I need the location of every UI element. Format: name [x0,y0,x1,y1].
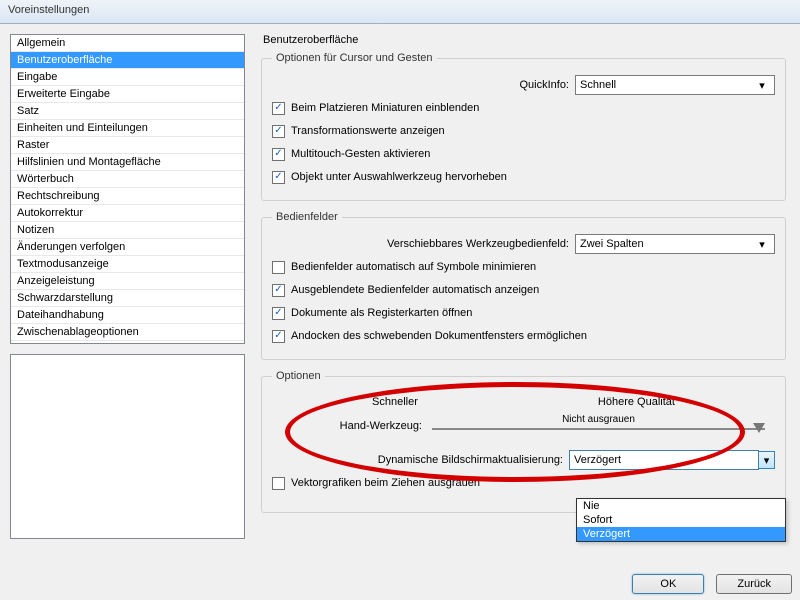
checkbox-doc-tabs[interactable] [272,307,285,320]
window-titlebar: Voreinstellungen [0,0,800,24]
checkbox-highlight[interactable] [272,171,285,184]
window-title: Voreinstellungen [8,4,89,16]
category-item[interactable]: Rechtschreibung [11,188,244,205]
checkbox-dock-float-label: Andocken des schwebenden Dokumentfenster… [291,330,587,342]
group-panels: Bedienfelder Verschiebbares Werkzeugbedi… [261,211,786,360]
ok-button-label: OK [660,578,676,590]
chevron-down-icon: ▾ [754,79,770,92]
category-item[interactable]: Anzeigeleistung [11,273,244,290]
chevron-down-icon: ▾ [754,238,770,251]
toolpanel-dropdown[interactable]: Zwei Spalten ▾ [575,234,775,254]
category-item[interactable]: Textmodusanzeige [11,256,244,273]
checkbox-miniatures[interactable] [272,102,285,115]
category-item[interactable]: Wörterbuch [11,171,244,188]
content-pane: Benutzeroberfläche Optionen für Cursor u… [255,24,800,600]
category-item[interactable]: Eingabe [11,69,244,86]
hand-tool-slider[interactable]: Nicht ausgrauen [432,414,765,438]
category-item[interactable]: Zwischenablageoptionen [11,324,244,341]
checkbox-multitouch[interactable] [272,148,285,161]
slider-caption-nogray: Nicht ausgrauen [562,414,635,425]
checkbox-transform-label: Transformationswerte anzeigen [291,125,445,137]
category-item[interactable]: Raster [11,137,244,154]
redraw-option[interactable]: Nie [577,499,785,513]
redraw-option[interactable]: Sofort [577,513,785,527]
checkbox-auto-minimize-label: Bedienfelder automatisch auf Symbole min… [291,261,536,273]
group-panels-legend: Bedienfelder [272,211,342,223]
quickinfo-value: Schnell [580,79,616,91]
toolpanel-value: Zwei Spalten [580,238,644,250]
category-item[interactable]: Autokorrektur [11,205,244,222]
checkbox-auto-minimize[interactable] [272,261,285,274]
checkbox-auto-show-label: Ausgeblendete Bedienfelder automatisch a… [291,284,539,296]
checkbox-dock-float[interactable] [272,330,285,343]
redraw-option[interactable]: Verzögert [577,527,785,541]
toolpanel-label: Verschiebbares Werkzeugbedienfeld: [387,238,569,250]
checkbox-transform[interactable] [272,125,285,138]
checkbox-miniatures-label: Beim Platzieren Miniaturen einblenden [291,102,479,114]
quickinfo-dropdown[interactable]: Schnell ▾ [575,75,775,95]
checkbox-doc-tabs-label: Dokumente als Registerkarten öffnen [291,307,472,319]
category-item[interactable]: Änderungen verfolgen [11,239,244,256]
category-item[interactable]: Benutzeroberfläche [11,52,244,69]
category-item[interactable]: Allgemein [11,35,244,52]
redraw-label: Dynamische Bildschirmaktualisierung: [378,454,563,466]
page-title: Benutzeroberfläche [263,34,786,46]
sidebar: AllgemeinBenutzeroberflächeEingabeErweit… [0,24,255,600]
category-item[interactable]: Satz [11,103,244,120]
category-item[interactable]: Dateihandhabung [11,307,244,324]
category-item[interactable]: Erweiterte Eingabe [11,86,244,103]
checkbox-multitouch-label: Multitouch-Gesten aktivieren [291,148,430,160]
redraw-dropdown-list[interactable]: NieSofortVerzögert [576,498,786,542]
quickinfo-label: QuickInfo: [519,79,569,91]
back-button[interactable]: Zurück [716,574,792,594]
checkbox-vector-gray-label: Vektorgrafiken beim Ziehen ausgrauen [291,477,480,489]
slider-label-faster: Schneller [372,396,418,408]
group-cursor: Optionen für Cursor und Gesten QuickInfo… [261,52,786,201]
hand-tool-label: Hand-Werkzeug: [282,420,422,432]
category-list[interactable]: AllgemeinBenutzeroberflächeEingabeErweit… [10,34,245,344]
preview-box [10,354,245,539]
group-options-legend: Optionen [272,370,325,382]
category-item[interactable]: Hilfslinien und Montagefläche [11,154,244,171]
slider-thumb-icon[interactable] [753,423,765,433]
back-button-label: Zurück [737,578,771,590]
slider-label-quality: Höhere Qualität [598,396,675,408]
group-cursor-legend: Optionen für Cursor und Gesten [272,52,437,64]
redraw-dropdown[interactable]: Verzögert [569,450,759,470]
checkbox-vector-gray[interactable] [272,477,285,490]
checkbox-highlight-label: Objekt unter Auswahlwerkzeug hervorheben [291,171,507,183]
category-item[interactable]: Einheiten und Einteilungen [11,120,244,137]
group-options: Optionen Schneller Höhere Qualität Hand-… [261,370,786,513]
redraw-dropdown-button[interactable]: ▾ [758,451,775,469]
ok-button[interactable]: OK [632,574,704,594]
checkbox-auto-show[interactable] [272,284,285,297]
category-item[interactable]: Notizen [11,222,244,239]
category-item[interactable]: Schwarzdarstellung [11,290,244,307]
redraw-value: Verzögert [574,454,621,466]
